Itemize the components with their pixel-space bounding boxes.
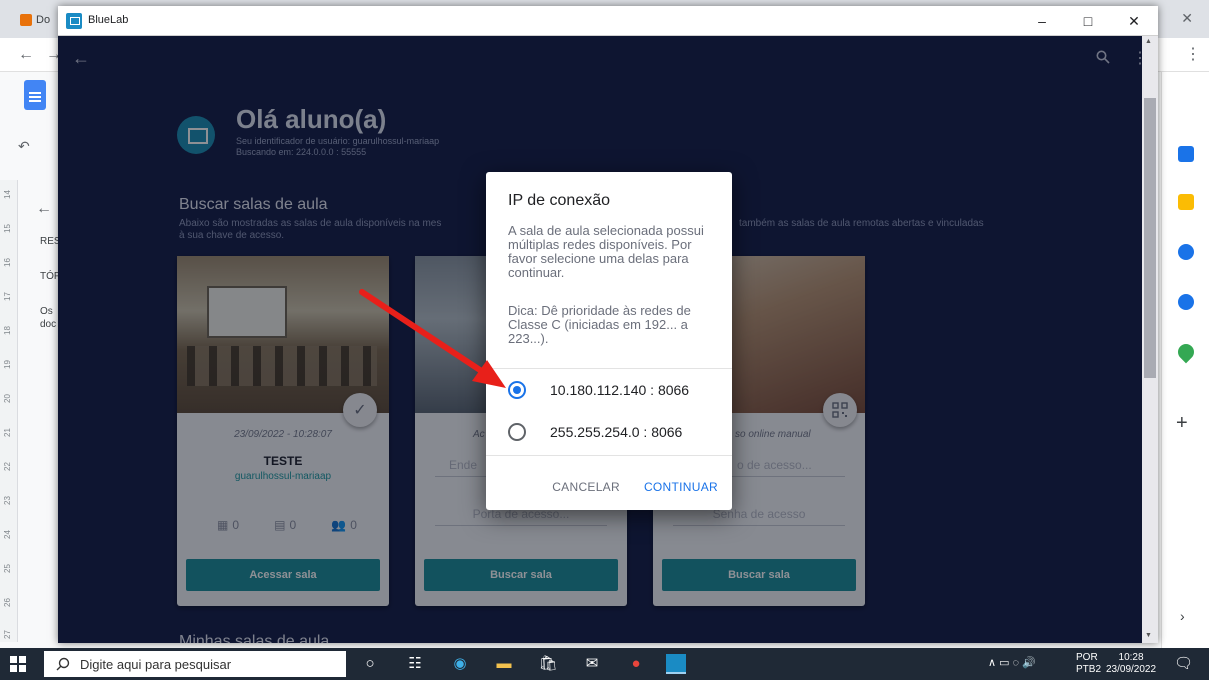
clock[interactable]: 10:28 23/09/2022 <box>1106 652 1156 676</box>
scrollbar-thumb[interactable] <box>1144 98 1156 378</box>
radio-unselected-icon[interactable] <box>508 423 526 441</box>
browser-menu-icon[interactable]: ⋮ <box>1185 44 1201 64</box>
taskbar: Digite aqui para pesquisar ○ ☷ ◉ ▬ 🛍 ✉ ●… <box>0 648 1209 680</box>
keyboard-layout: PTB2 <box>1076 664 1102 675</box>
dialog-title: IP de conexão <box>508 192 611 209</box>
undo-icon[interactable]: ↶ <box>0 128 58 164</box>
input-language[interactable]: POR PTB2 <box>1076 652 1101 676</box>
ruler-mark: 17 <box>2 292 12 301</box>
edge-icon[interactable]: ◉ <box>450 654 470 674</box>
mail-icon[interactable]: ✉ <box>582 654 602 674</box>
divider <box>486 368 732 369</box>
bluelab-app-icon <box>66 13 82 29</box>
taskbar-search-placeholder: Digite aqui para pesquisar <box>80 656 232 672</box>
contacts-icon[interactable] <box>1178 294 1194 310</box>
scroll-down-icon[interactable]: ▼ <box>1145 632 1152 639</box>
ruler-mark: 20 <box>2 394 12 403</box>
ruler-mark: 22 <box>2 462 12 471</box>
ruler-mark: 18 <box>2 326 12 335</box>
ruler-mark: 26 <box>2 598 12 607</box>
title-bar: BlueLab – □ ✕ <box>58 6 1158 36</box>
search-icon <box>56 657 70 671</box>
drive-icon <box>20 14 32 26</box>
browser-tab-label: Do <box>36 14 51 26</box>
windows-start-icon[interactable] <box>10 656 26 672</box>
ruler-mark: 14 <box>2 190 12 199</box>
chrome-icon[interactable]: ● <box>626 654 646 674</box>
ruler-mark: 23 <box>2 496 12 505</box>
taskbar-search-input[interactable]: Digite aqui para pesquisar <box>44 651 346 677</box>
bluelab-window: BlueLab – □ ✕ ← ⋮ Olá aluno(a) Seu ident… <box>58 6 1158 643</box>
close-button[interactable]: ✕ <box>1114 10 1154 32</box>
vertical-ruler: 14 15 16 17 18 19 20 21 22 23 24 25 26 2… <box>0 180 18 642</box>
dialog-text: A sala de aula selecionada possui múltip… <box>508 223 704 280</box>
ruler-mark: 27 <box>2 630 12 639</box>
radio-selected-icon[interactable] <box>508 381 526 399</box>
tasks-icon[interactable] <box>1178 244 1194 260</box>
ruler-mark: 21 <box>2 428 12 437</box>
ruler-mark: 19 <box>2 360 12 369</box>
side-panel: + › <box>1161 72 1209 648</box>
window-title: BlueLab <box>88 14 129 26</box>
task-view-icon[interactable]: ☷ <box>405 654 425 674</box>
bluelab-taskbar-icon[interactable] <box>666 654 686 674</box>
clock-time: 10:28 <box>1118 652 1144 663</box>
ip-option[interactable]: 10.180.112.140 : 8066 <box>486 370 732 410</box>
language-code: POR <box>1076 652 1098 663</box>
browser-close-icon[interactable]: ✕ <box>1181 10 1193 27</box>
add-icon[interactable]: + <box>1176 412 1188 435</box>
ip-option-label: 255.255.254.0 : 8066 <box>550 424 683 440</box>
connection-ip-dialog: IP de conexão A sala de aula selecionada… <box>486 172 732 510</box>
divider <box>486 455 732 456</box>
calendar-icon[interactable] <box>1178 146 1194 162</box>
docs-icon[interactable] <box>24 80 46 110</box>
ruler-mark: 16 <box>2 258 12 267</box>
clock-date: 23/09/2022 <box>1106 664 1157 675</box>
ip-option-label: 10.180.112.140 : 8066 <box>550 382 690 398</box>
notifications-icon[interactable]: 🗨 <box>1174 654 1193 672</box>
minimize-button[interactable]: – <box>1022 10 1062 32</box>
dialog-hint: Dica: Dê prioridade às redes de Classe C… <box>508 303 691 346</box>
scrollbar[interactable]: ▲ ▼ <box>1142 36 1158 643</box>
file-explorer-icon[interactable]: ▬ <box>494 654 514 674</box>
maps-icon[interactable] <box>1174 340 1198 364</box>
keep-icon[interactable] <box>1178 194 1194 210</box>
system-tray-icons[interactable]: ∧ ▭ ◌ 🔊 <box>988 656 1036 669</box>
ruler-mark: 15 <box>2 224 12 233</box>
store-icon[interactable]: 🛍 <box>538 654 558 674</box>
ip-option[interactable]: 255.255.254.0 : 8066 <box>486 412 732 452</box>
cortana-icon[interactable]: ○ <box>360 654 380 674</box>
browser-tab[interactable]: Do <box>20 10 60 30</box>
maximize-button[interactable]: □ <box>1068 10 1108 32</box>
back-arrow-icon[interactable]: ← <box>18 46 34 64</box>
continue-button[interactable]: CONTINUAR <box>644 480 718 494</box>
outline-back-icon[interactable]: ← <box>36 200 52 218</box>
cancel-button[interactable]: CANCELAR <box>552 480 620 494</box>
ruler-mark: 24 <box>2 530 12 539</box>
chevron-right-icon[interactable]: › <box>1180 608 1185 624</box>
ruler-mark: 25 <box>2 564 12 573</box>
dialog-actions: CANCELAR CONTINUAR <box>552 480 718 494</box>
scroll-up-icon[interactable]: ▲ <box>1145 38 1152 45</box>
